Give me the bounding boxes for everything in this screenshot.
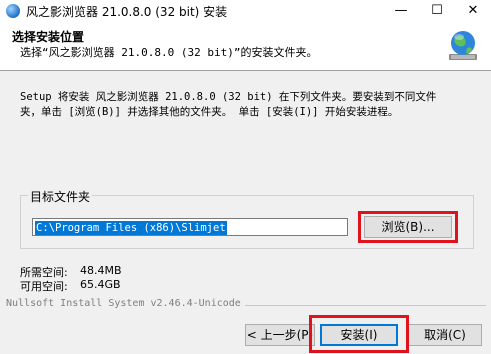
window-title: 风之影浏览器 21.0.8.0 (32 bit) 安装 — [26, 5, 228, 19]
description-text: Setup 将安装 风之影浏览器 21.0.8.0 (32 bit) 在下列文件… — [20, 91, 437, 118]
app-icon — [6, 4, 20, 18]
space-available-row: 可用空间: 65.4GB — [20, 278, 121, 294]
install-highlight-box — [309, 315, 409, 353]
destination-path-value: C:\Program Files (x86)\Slimjet — [35, 221, 227, 235]
space-required-value: 48.4MB — [80, 264, 122, 277]
browse-highlight-box — [358, 211, 458, 243]
space-available-value: 65.4GB — [80, 278, 121, 291]
globe-network-icon — [449, 31, 477, 60]
maximize-button[interactable]: ☐ — [419, 0, 455, 22]
destination-path-input[interactable]: C:\Program Files (x86)\Slimjet — [32, 218, 348, 236]
cancel-button[interactable]: 取消(C) — [408, 324, 482, 346]
minimize-button[interactable]: — — [383, 0, 419, 22]
wizard-header: 选择安装位置 选择“风之影浏览器 21.0.8.0 (32 bit)”的安装文件… — [0, 22, 491, 71]
close-button[interactable]: ✕ — [455, 0, 491, 22]
back-button[interactable]: < 上一步(P) — [245, 324, 315, 346]
title-bar: 风之影浏览器 21.0.8.0 (32 bit) 安装 — ☐ ✕ — [0, 0, 491, 22]
destination-group-label: 目标文件夹 — [28, 188, 93, 205]
page-subtitle: 选择“风之影浏览器 21.0.8.0 (32 bit)”的安装文件夹。 — [20, 46, 318, 59]
page-title: 选择安装位置 — [12, 30, 85, 44]
installer-brand: Nullsoft Install System v2.46.4-Unicode — [6, 298, 245, 309]
space-available-label: 可用空间: — [20, 280, 68, 293]
